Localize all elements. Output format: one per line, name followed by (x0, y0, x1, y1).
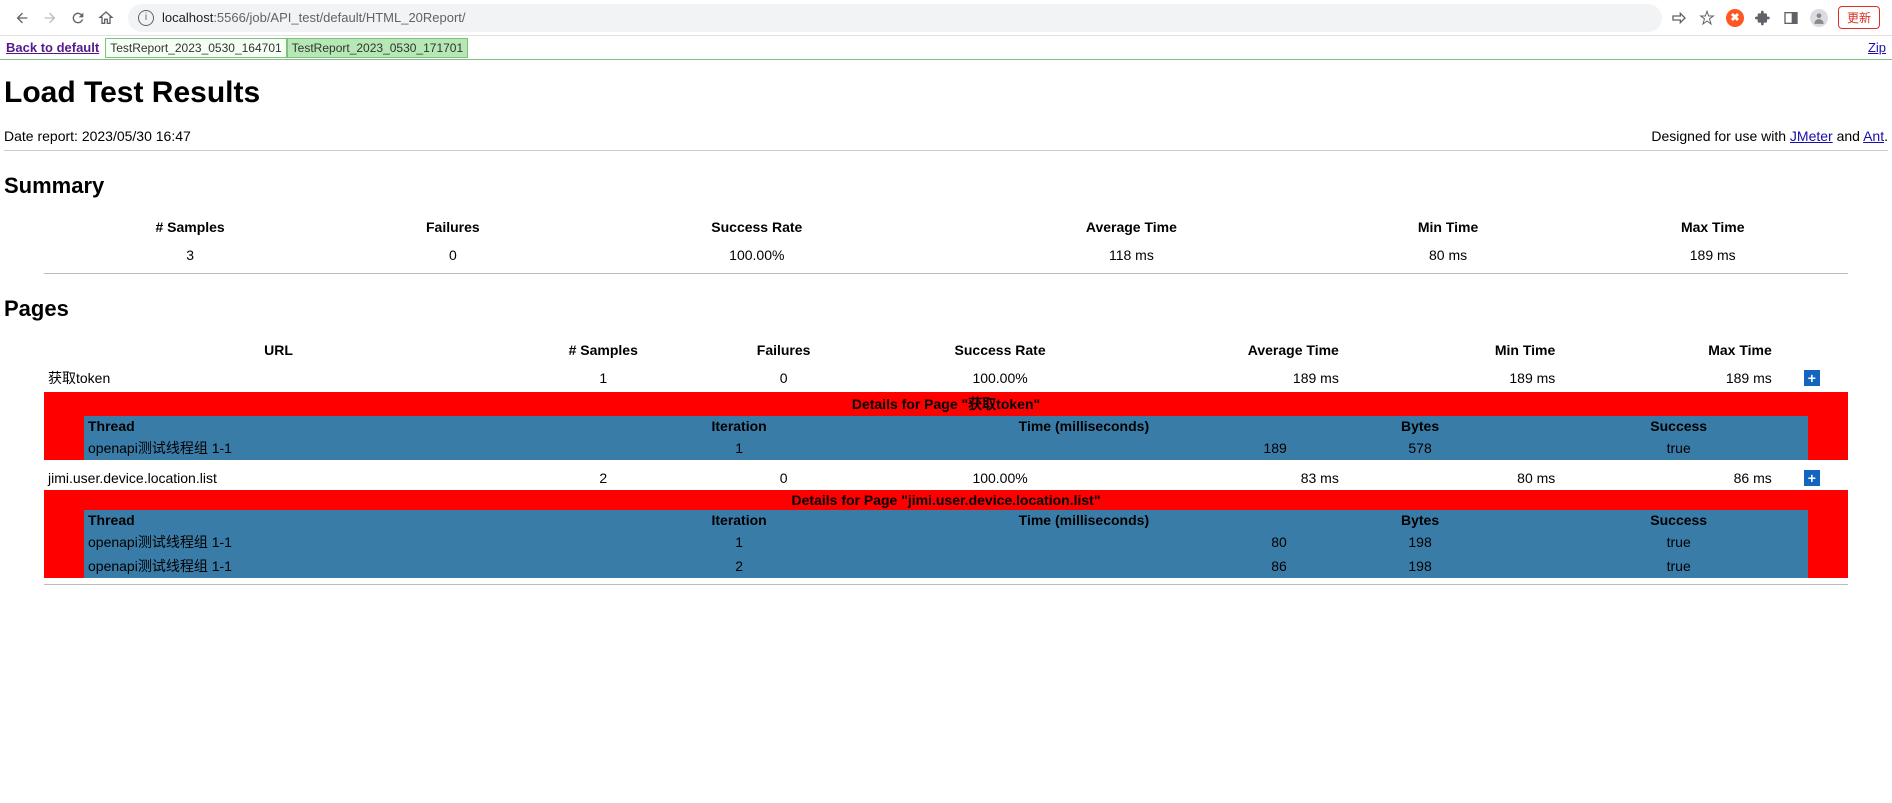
detail-col: Time (milliseconds) (877, 510, 1291, 530)
detail-col: Success (1549, 416, 1808, 436)
col-min: Min Time (1343, 336, 1559, 364)
detail-data-row: openapi测试线程组 1-1180198true (84, 530, 1808, 554)
expand-icon[interactable]: + (1804, 470, 1820, 486)
divider (44, 584, 1848, 585)
page-avg: 189 ms (1126, 364, 1342, 392)
ant-link[interactable]: Ant (1863, 128, 1884, 144)
detail-col: Thread (84, 416, 601, 436)
browser-toolbar: i localhost:5566/job/API_test/default/HT… (0, 0, 1892, 36)
col-min: Min Time (1319, 213, 1578, 241)
address-bar[interactable]: i localhost:5566/job/API_test/default/HT… (128, 4, 1662, 32)
expand-icon[interactable]: + (1804, 370, 1820, 386)
summary-row: 3 0 100.00% 118 ms 80 ms 189 ms (44, 241, 1848, 274)
update-button[interactable]: 更新 (1838, 6, 1880, 29)
detail-table: ThreadIterationTime (milliseconds)BytesS… (84, 416, 1808, 460)
page-success: 100.00% (874, 466, 1127, 490)
page-samples: 2 (513, 466, 693, 490)
url-text: localhost:5566/job/API_test/default/HTML… (162, 10, 466, 25)
date-report: Date report: 2023/05/30 16:47 (4, 128, 191, 144)
forward-button[interactable] (36, 4, 64, 32)
pages-table: URL # Samples Failures Success Rate Aver… (44, 336, 1848, 584)
detail-table: ThreadIterationTime (milliseconds)BytesS… (84, 510, 1808, 578)
site-info-icon[interactable]: i (138, 10, 154, 26)
page-row: 获取token10100.00%189 ms189 ms189 ms+ (44, 364, 1848, 392)
reload-button[interactable] (64, 4, 92, 32)
col-failures: Failures (336, 213, 569, 241)
col-samples: # Samples (44, 213, 336, 241)
detail-col: Thread (84, 510, 601, 530)
col-avg: Average Time (1126, 336, 1342, 364)
report-tab[interactable]: TestReport_2023_0530_171701 (287, 38, 468, 58)
detail-col: Time (milliseconds) (877, 416, 1291, 436)
page-samples: 1 (513, 364, 693, 392)
back-to-default-link[interactable]: Back to default (6, 40, 99, 55)
page-min: 189 ms (1343, 364, 1559, 392)
page-min: 80 ms (1343, 466, 1559, 490)
page-failures: 0 (693, 364, 873, 392)
home-button[interactable] (92, 4, 120, 32)
page-success: 100.00% (874, 364, 1127, 392)
detail-col: Success (1549, 510, 1808, 530)
page-title: Load Test Results (4, 76, 1888, 110)
detail-col: Bytes (1291, 416, 1550, 436)
profile-avatar-icon[interactable] (1810, 9, 1828, 27)
bookmark-icon[interactable] (1698, 9, 1716, 27)
col-avg: Average Time (944, 213, 1319, 241)
summary-table: # Samples Failures Success Rate Average … (44, 213, 1848, 274)
panel-icon[interactable] (1782, 9, 1800, 27)
jmeter-link[interactable]: JMeter (1790, 128, 1833, 144)
detail-col: Bytes (1291, 510, 1550, 530)
col-success: Success Rate (570, 213, 945, 241)
detail-data-row: openapi测试线程组 1-1286198true (84, 554, 1808, 578)
page-url: jimi.user.device.location.list (44, 466, 513, 490)
page-detail-row: Details for Page "jimi.user.device.locat… (44, 490, 1848, 584)
page-url: 获取token (44, 364, 513, 392)
zip-link[interactable]: Zip (1868, 40, 1886, 55)
page-max: 86 ms (1559, 466, 1775, 490)
page-detail-row: Details for Page "获取token"ThreadIteratio… (44, 392, 1848, 466)
share-icon[interactable] (1670, 9, 1688, 27)
pages-heading: Pages (4, 296, 1888, 322)
page-failures: 0 (693, 466, 873, 490)
page-avg: 83 ms (1126, 466, 1342, 490)
col-max: Max Time (1577, 213, 1848, 241)
col-max: Max Time (1559, 336, 1775, 364)
back-button[interactable] (8, 4, 36, 32)
page-row: jimi.user.device.location.list20100.00%8… (44, 466, 1848, 490)
report-tab[interactable]: TestReport_2023_0530_164701 (105, 38, 286, 58)
col-failures: Failures (693, 336, 873, 364)
page-max: 189 ms (1559, 364, 1775, 392)
extensions-icon[interactable] (1754, 9, 1772, 27)
divider (4, 150, 1888, 151)
report-tab-bar: Back to default TestReport_2023_0530_164… (0, 36, 1892, 60)
col-samples: # Samples (513, 336, 693, 364)
detail-caption: Details for Page "获取token" (44, 392, 1848, 416)
extension-badge-icon[interactable]: ✖ (1726, 9, 1744, 27)
detail-data-row: openapi测试线程组 1-11189578true (84, 436, 1808, 460)
designed-credit: Designed for use with JMeter and Ant. (1651, 128, 1888, 144)
detail-col: Iteration (601, 510, 877, 530)
col-url: URL (44, 336, 513, 364)
summary-heading: Summary (4, 173, 1888, 199)
detail-col: Iteration (601, 416, 877, 436)
col-success: Success Rate (874, 336, 1127, 364)
detail-caption: Details for Page "jimi.user.device.locat… (44, 490, 1848, 510)
